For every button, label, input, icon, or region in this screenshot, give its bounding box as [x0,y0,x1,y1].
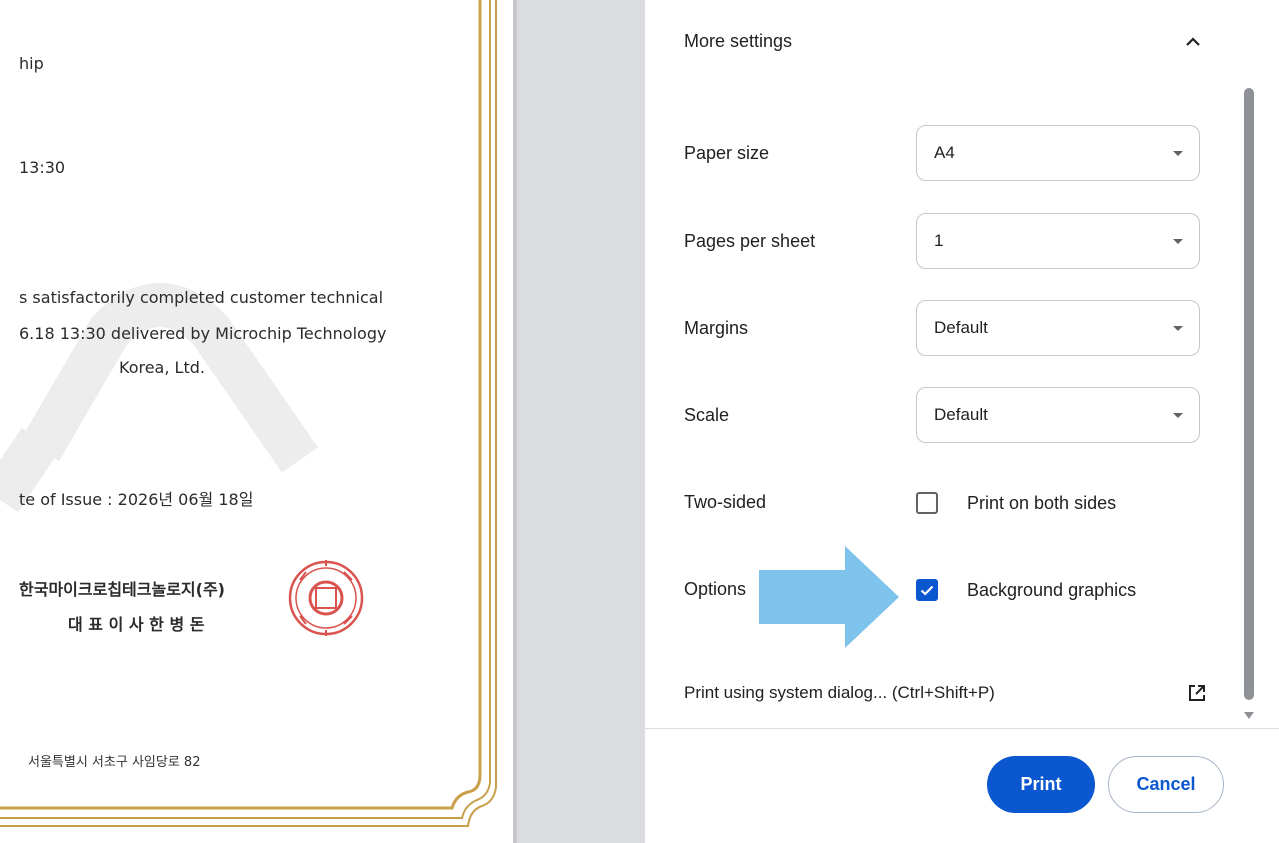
print-both-sides-option[interactable]: Print on both sides [916,488,1116,518]
print-button[interactable]: Print [987,756,1095,813]
caret-down-icon [1173,325,1183,331]
system-dialog-label: Print using system dialog... (Ctrl+Shift… [684,683,995,702]
paper-size-value: A4 [934,143,955,162]
open-in-new-icon[interactable] [1188,684,1206,702]
cert-address: 서울특별시 서초구 사임당로 82 [28,755,201,770]
company-seal [288,560,364,636]
settings-scroll-region[interactable]: More settings Paper size A4 Pages per sh… [645,0,1279,728]
paper-size-select[interactable]: A4 [916,125,1200,181]
margins-label: Margins [684,318,749,338]
more-settings-title: More settings [684,30,793,51]
print-preview-area: hip 13:30 s satisfactorily completed cus… [0,0,645,843]
more-settings-toggle[interactable]: More settings [684,26,1204,56]
print-settings-panel: More settings Paper size A4 Pages per sh… [645,0,1279,843]
scale-value: Default [934,405,988,424]
system-dialog-link[interactable]: Print using system dialog... (Ctrl+Shift… [684,678,1206,708]
paper-size-label: Paper size [684,143,770,163]
page-edge [513,0,517,843]
background-graphics-option[interactable]: Background graphics [916,575,1136,605]
print-both-sides-checkbox[interactable] [916,492,938,514]
cert-line-time: 13:30 [19,158,66,177]
scrollbar-thumb[interactable] [1244,88,1254,700]
two-sided-label: Two-sided [684,492,767,512]
options-label: Options [684,579,747,599]
cert-issue-date: te of Issue : 2026년 06월 18일 [19,490,254,509]
cert-body-line3: Korea, Ltd. [119,358,205,377]
cancel-button[interactable]: Cancel [1108,756,1224,813]
preview-page: hip 13:30 s satisfactorily completed cus… [0,0,513,843]
scroll-down-arrow-icon[interactable] [1244,712,1254,719]
pages-per-sheet-select[interactable]: 1 [916,213,1200,269]
background-graphics-checkbox[interactable] [916,579,938,601]
chevron-up-icon[interactable] [1182,30,1204,52]
cert-ceo-name: 대 표 이 사 한 병 돈 [68,615,205,634]
pages-per-sheet-value: 1 [934,231,944,250]
caret-down-icon [1173,238,1183,244]
certificate-frame [0,0,497,827]
check-icon [920,585,934,596]
caret-down-icon [1173,412,1183,418]
cert-body-line1: s satisfactorily completed customer tech… [19,288,384,307]
scale-select[interactable]: Default [916,387,1200,443]
cert-company-name: 한국마이크로칩테크놀로지(주) [19,580,225,599]
margins-select[interactable]: Default [916,300,1200,356]
dialog-footer: Print Cancel [645,728,1279,843]
caret-down-icon [1173,150,1183,156]
print-both-sides-label[interactable]: Print on both sides [967,493,1116,514]
annotation-arrow-icon [759,546,899,648]
certificate: hip 13:30 s satisfactorily completed cus… [0,0,513,843]
margins-value: Default [934,318,988,337]
pages-per-sheet-label: Pages per sheet [684,231,816,251]
cert-line-ship: hip [19,54,44,73]
background-graphics-label[interactable]: Background graphics [967,580,1136,601]
scale-label: Scale [684,405,730,425]
cert-body-line2: 6.18 13:30 delivered by Microchip Techno… [19,324,387,343]
settings-scrollbar[interactable] [1240,0,1256,728]
